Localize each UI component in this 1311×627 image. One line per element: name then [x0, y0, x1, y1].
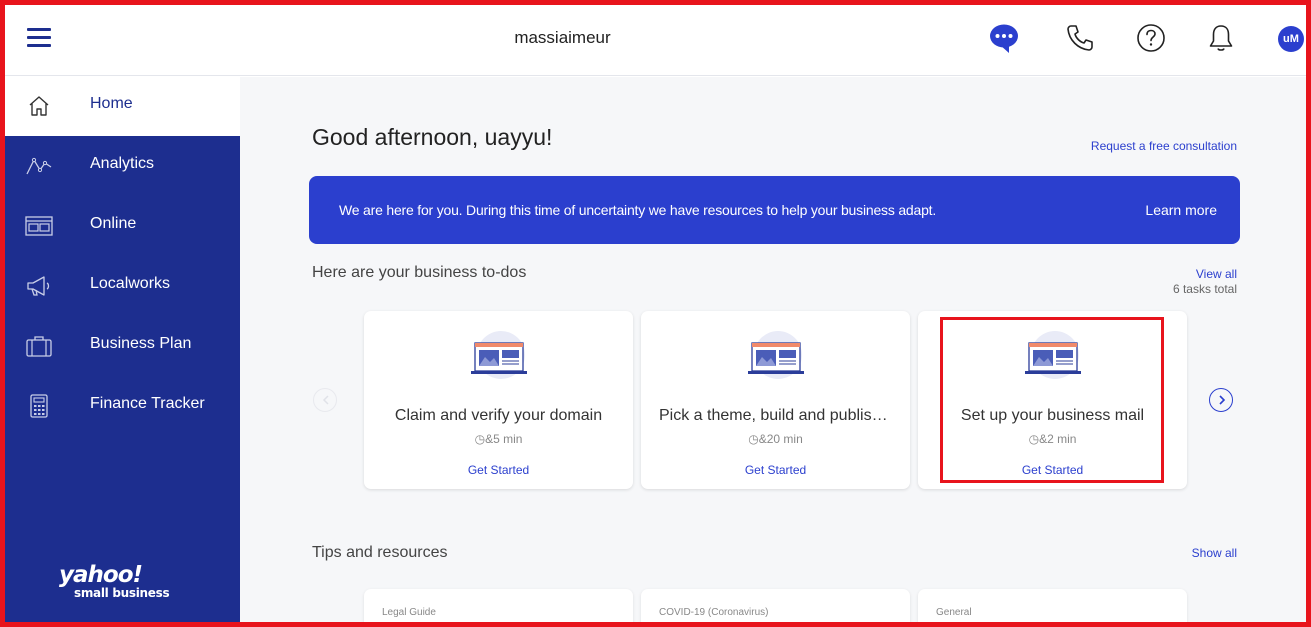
get-started-link[interactable]: Get Started — [364, 463, 633, 477]
chat-icon[interactable] — [988, 22, 1020, 54]
todo-card-title: Claim and verify your domain — [394, 407, 603, 424]
website-illustration-icon — [471, 331, 527, 379]
show-all-link[interactable]: Show all — [1192, 546, 1237, 560]
sidebar-item-label: Localworks — [90, 275, 171, 292]
help-icon[interactable] — [1135, 22, 1167, 54]
briefcase-icon — [26, 336, 52, 357]
sidebar-item-home[interactable]: Home — [5, 76, 240, 136]
bell-icon[interactable] — [1205, 22, 1237, 54]
sidebar-item-label: Online — [90, 215, 137, 232]
yahoo-small-business-logo: yahoo! small business — [59, 562, 170, 601]
chevron-left-icon — [322, 395, 329, 405]
info-banner: We are here for you. During this time of… — [309, 176, 1240, 244]
browser-icon — [25, 216, 53, 236]
sidebar-item-analytics[interactable]: Analytics — [5, 136, 240, 196]
sidebar-item-online[interactable]: Online — [5, 196, 240, 256]
sidebar-item-label: Home — [90, 95, 133, 112]
sidebar-item-business-plan[interactable]: Business Plan — [5, 316, 240, 376]
tip-card-label: General — [936, 607, 972, 618]
tasks-total: 6 tasks total — [1172, 282, 1237, 296]
view-all-link[interactable]: View all — [1196, 267, 1237, 281]
sidebar: Home Analytics Online Localworks Busines… — [5, 76, 240, 622]
carousel-next-button[interactable] — [1209, 388, 1233, 412]
consultation-link[interactable]: Request a free consultation — [1091, 139, 1237, 153]
phone-icon[interactable] — [1064, 22, 1096, 54]
todo-card[interactable]: Pick a theme, build and publish your web… — [641, 311, 910, 489]
tips-title: Tips and resources — [312, 544, 448, 561]
tip-card[interactable]: COVID-19 (Coronavirus) — [641, 589, 910, 622]
banner-text: We are here for you. During this time of… — [339, 202, 937, 218]
carousel-prev-button[interactable] — [313, 388, 337, 412]
chevron-right-icon — [1219, 395, 1226, 405]
tip-card-label: Legal Guide — [382, 607, 436, 618]
main-content: Good afternoon, uayyu! Request a free co… — [240, 77, 1306, 622]
sidebar-item-finance-tracker[interactable]: Finance Tracker — [5, 376, 240, 436]
todo-card[interactable]: Claim and verify your domain ◷&5 min Get… — [364, 311, 633, 489]
page-title: Good afternoon, uayyu! — [312, 124, 553, 150]
highlight-box — [940, 317, 1164, 483]
top-bar: massiaimeur uM — [5, 5, 1306, 76]
todo-card-time: ◷&20 min — [748, 432, 803, 446]
learn-more-link[interactable]: Learn more — [1145, 202, 1217, 218]
tip-card-label: COVID-19 (Coronavirus) — [659, 607, 769, 618]
tip-card[interactable]: Legal Guide — [364, 589, 633, 622]
sidebar-item-label: Finance Tracker — [90, 395, 205, 412]
todo-card-title: Pick a theme, build and publish your web… — [659, 407, 910, 424]
get-started-link[interactable]: Get Started — [641, 463, 910, 477]
todos-title: Here are your business to-dos — [312, 264, 527, 281]
sidebar-item-label: Analytics — [90, 155, 155, 172]
sidebar-item-localworks[interactable]: Localworks — [5, 256, 240, 316]
todo-card-time: ◷&5 min — [474, 432, 523, 446]
calculator-icon — [30, 394, 48, 418]
sidebar-item-label: Business Plan — [90, 335, 192, 352]
home-icon — [29, 96, 49, 116]
website-illustration-icon — [748, 331, 804, 379]
megaphone-icon — [27, 276, 50, 296]
analytics-icon — [26, 157, 52, 175]
tip-card[interactable]: General — [918, 589, 1187, 622]
avatar[interactable]: uM — [1278, 26, 1304, 52]
site-title: massiaimeur — [514, 28, 611, 47]
